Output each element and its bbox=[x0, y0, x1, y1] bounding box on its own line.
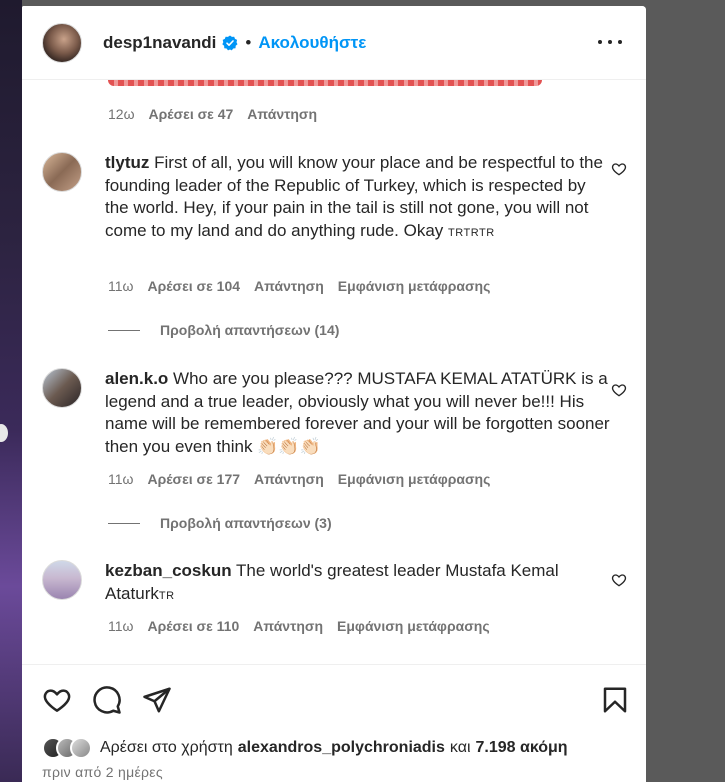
like-comment-heart-icon[interactable] bbox=[611, 572, 627, 588]
comment-time: 12ω bbox=[108, 106, 135, 122]
commenter-avatar[interactable] bbox=[42, 560, 82, 600]
verified-badge-icon bbox=[222, 35, 238, 51]
modal-overlay[interactable] bbox=[646, 0, 725, 782]
comment-meta: 11ω Αρέσει σε 110 Απάντηση Εμφάνιση μετά… bbox=[108, 618, 490, 634]
commenter-avatar[interactable] bbox=[42, 368, 82, 408]
comment-text: alen.k.o Who are you please??? MUSTAFA K… bbox=[105, 368, 610, 458]
more-options-icon[interactable] bbox=[598, 32, 622, 52]
commenter-username[interactable]: alen.k.o bbox=[105, 369, 168, 388]
commenter-username[interactable]: kezban_coskun bbox=[105, 561, 232, 580]
post-timestamp[interactable]: πριν από 2 ημέρες bbox=[42, 764, 163, 780]
view-replies-label: Προβολή απαντήσεων (3) bbox=[160, 515, 332, 531]
commenter-username[interactable]: tlytuz bbox=[105, 153, 149, 172]
author-username[interactable]: desp1navandi bbox=[103, 33, 216, 53]
comment-emoji: 👏🏻👏🏻👏🏻 bbox=[257, 436, 321, 456]
liker-username[interactable]: alexandros_polychroniadis bbox=[238, 739, 445, 757]
post-actions: Αρέσει στο χρήστη alexandros_polychronia… bbox=[22, 664, 646, 782]
comment-meta: 11ω Αρέσει σε 177 Απάντηση Εμφάνιση μετά… bbox=[108, 471, 490, 487]
view-replies-button[interactable]: Προβολή απαντήσεων (14) bbox=[108, 322, 339, 338]
comment-image bbox=[108, 80, 542, 86]
author-avatar[interactable] bbox=[42, 22, 82, 63]
reply-button[interactable]: Απάντηση bbox=[254, 471, 324, 487]
comment-likes[interactable]: Αρέσει σε 47 bbox=[149, 106, 234, 122]
view-replies-button[interactable]: Προβολή απαντήσεων (3) bbox=[108, 515, 332, 531]
replies-line bbox=[108, 329, 140, 331]
post-panel: desp1navandi • Ακολουθήστε 12ω Αρέσει σε… bbox=[22, 6, 646, 782]
comment-time: 11ω bbox=[108, 618, 134, 634]
follow-button[interactable]: Ακολουθήστε bbox=[258, 33, 366, 53]
comment-likes[interactable]: Αρέσει σε 177 bbox=[147, 471, 240, 487]
likes-and: και bbox=[449, 739, 471, 756]
heart-icon[interactable] bbox=[42, 685, 72, 715]
like-comment-heart-icon[interactable] bbox=[611, 161, 627, 177]
likes-summary: Αρέσει στο χρήστη alexandros_polychronia… bbox=[42, 737, 568, 759]
comment-suffix: TR bbox=[158, 589, 175, 602]
header-separator: • bbox=[245, 32, 252, 52]
comments-list[interactable]: 12ω Αρέσει σε 47 Απάντηση tlytuz First o… bbox=[22, 80, 646, 664]
background-image bbox=[0, 0, 22, 782]
likes-count[interactable]: 7.198 ακόμη bbox=[476, 739, 568, 757]
reply-button[interactable]: Απάντηση bbox=[253, 618, 323, 634]
comment-suffix: TRTRTR bbox=[448, 226, 495, 239]
comment-likes[interactable]: Αρέσει σε 104 bbox=[147, 278, 240, 294]
reply-button[interactable]: Απάντηση bbox=[254, 278, 324, 294]
background-highlight bbox=[0, 424, 8, 442]
replies-line bbox=[108, 522, 140, 524]
comment-meta: 11ω Αρέσει σε 104 Απάντηση Εμφάνιση μετά… bbox=[108, 278, 490, 294]
comment-time: 11ω bbox=[108, 471, 134, 487]
like-comment-heart-icon[interactable] bbox=[611, 382, 627, 398]
see-translation-button[interactable]: Εμφάνιση μετάφρασης bbox=[338, 471, 491, 487]
see-translation-button[interactable]: Εμφάνιση μετάφρασης bbox=[338, 278, 491, 294]
comment-meta: 12ω Αρέσει σε 47 Απάντηση bbox=[108, 106, 317, 122]
bookmark-icon[interactable] bbox=[600, 685, 630, 715]
share-icon[interactable] bbox=[142, 685, 172, 715]
liker-avatar bbox=[70, 737, 92, 759]
comment-text: tlytuz First of all, you will know your … bbox=[105, 152, 610, 244]
view-replies-label: Προβολή απαντήσεων (14) bbox=[160, 322, 340, 338]
comment-icon[interactable] bbox=[92, 685, 122, 715]
likes-prefix: Αρέσει στο χρήστη bbox=[100, 739, 233, 756]
comment-body: First of all, you will know your place a… bbox=[105, 153, 603, 240]
comment-body: Who are you please??? MUSTAFA KEMAL ATAT… bbox=[105, 369, 610, 456]
see-translation-button[interactable]: Εμφάνιση μετάφρασης bbox=[337, 618, 490, 634]
comment-text: kezban_coskun The world's greatest leade… bbox=[105, 560, 610, 607]
post-header: desp1navandi • Ακολουθήστε bbox=[22, 6, 646, 80]
comment-time: 11ω bbox=[108, 278, 134, 294]
commenter-avatar[interactable] bbox=[42, 152, 82, 192]
reply-button[interactable]: Απάντηση bbox=[247, 106, 317, 122]
comment-likes[interactable]: Αρέσει σε 110 bbox=[147, 618, 239, 634]
